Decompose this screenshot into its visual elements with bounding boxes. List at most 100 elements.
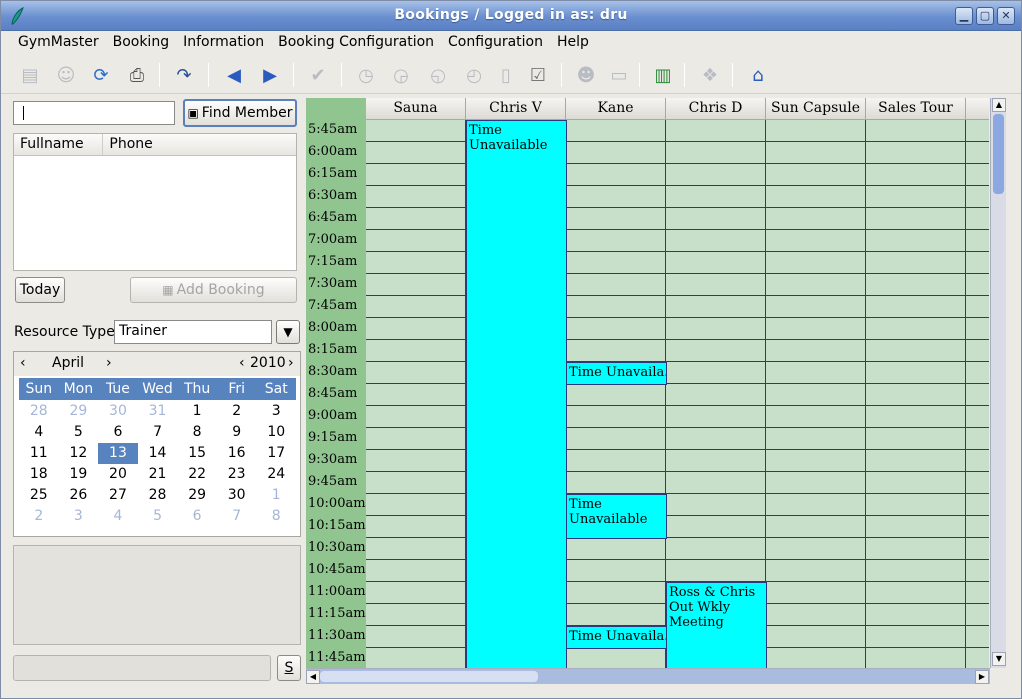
schedule-slot[interactable] (666, 362, 766, 384)
schedule-slot[interactable] (566, 252, 666, 274)
schedule-slot[interactable] (366, 538, 466, 560)
schedule-slot[interactable] (866, 582, 966, 604)
schedule-slot[interactable] (866, 560, 966, 582)
calendar-day[interactable]: 16 (217, 443, 257, 464)
resource-header[interactable]: Kane (566, 98, 666, 120)
calendar-day[interactable]: 2 (19, 506, 59, 527)
schedule-slot[interactable] (666, 318, 766, 340)
schedule-slot[interactable] (866, 274, 966, 296)
schedule-slot[interactable] (366, 252, 466, 274)
schedule-slot[interactable] (866, 384, 966, 406)
schedule-slot[interactable] (866, 340, 966, 362)
calendar-day[interactable]: 24 (256, 464, 296, 485)
schedule-slot[interactable] (366, 406, 466, 428)
schedule-slot[interactable] (566, 582, 666, 604)
calendar-day[interactable]: 5 (59, 422, 99, 443)
schedule-slot[interactable] (966, 538, 989, 560)
calendar-day[interactable]: 28 (138, 485, 178, 506)
calendar-day[interactable]: 15 (177, 443, 217, 464)
calendar-day[interactable]: 6 (177, 506, 217, 527)
schedule-slot[interactable] (566, 538, 666, 560)
schedule-slot[interactable] (566, 318, 666, 340)
schedule-slot[interactable] (766, 252, 866, 274)
schedule-slot[interactable] (766, 142, 866, 164)
schedule-slot[interactable] (866, 450, 966, 472)
schedule-grid[interactable]: Sauna Chris V Kane Chris D Sun Capsule Sales … (306, 98, 989, 668)
title-bar[interactable]: Bookings / Logged in as: dru ▁ ▢ ✕ (1, 1, 1021, 31)
schedule-slot[interactable] (566, 164, 666, 186)
schedule-slot[interactable] (366, 384, 466, 406)
schedule-slot[interactable] (966, 318, 989, 340)
schedule-slot[interactable] (966, 560, 989, 582)
schedule-slot[interactable] (766, 362, 866, 384)
column-phone[interactable]: Phone (103, 134, 296, 155)
schedule-slot[interactable] (966, 516, 989, 538)
calendar-day[interactable]: 29 (59, 401, 99, 422)
calendar-day[interactable]: 2 (217, 401, 257, 422)
schedule-slot[interactable] (866, 318, 966, 340)
calendar-day[interactable]: 4 (19, 422, 59, 443)
scroll-down-icon[interactable]: ▼ (992, 652, 1006, 666)
schedule-slot[interactable] (866, 208, 966, 230)
schedule-slot[interactable] (966, 406, 989, 428)
schedule-slot[interactable] (366, 274, 466, 296)
resource-type-select[interactable]: Trainer (114, 320, 272, 344)
calendar-day[interactable]: 4 (98, 506, 138, 527)
schedule-slot[interactable] (966, 450, 989, 472)
schedule-slot[interactable] (966, 230, 989, 252)
schedule-slot[interactable] (666, 450, 766, 472)
schedule-slot[interactable] (366, 516, 466, 538)
schedule-slot[interactable] (566, 384, 666, 406)
calendar-day[interactable]: 23 (217, 464, 257, 485)
refresh-icon[interactable]: ⟳ (90, 64, 112, 86)
transfer-icon[interactable]: ❖ (699, 64, 721, 86)
resource-header[interactable]: Sauna (366, 98, 466, 120)
schedule-slot[interactable] (766, 494, 866, 516)
schedule-slot[interactable] (566, 472, 666, 494)
schedule-slot[interactable] (366, 428, 466, 450)
vertical-scroll-thumb[interactable] (993, 114, 1004, 194)
schedule-slot[interactable] (666, 164, 766, 186)
calendar-day[interactable]: 26 (59, 485, 99, 506)
schedule-slot[interactable] (566, 230, 666, 252)
schedule-slot[interactable] (566, 604, 666, 626)
schedule-slot[interactable] (766, 450, 866, 472)
resource-header[interactable]: Sales Tour (866, 98, 966, 120)
schedule-slot[interactable] (666, 560, 766, 582)
schedule-slot[interactable] (766, 472, 866, 494)
checkmark-icon[interactable]: ✔ (307, 64, 329, 86)
schedule-slot[interactable] (766, 428, 866, 450)
small-card-icon[interactable]: ▯ (495, 64, 517, 86)
schedule-slot[interactable] (366, 318, 466, 340)
schedule-slot[interactable] (366, 164, 466, 186)
menu-booking[interactable]: Booking (106, 31, 177, 55)
schedule-slot[interactable] (866, 186, 966, 208)
schedule-slot[interactable] (866, 494, 966, 516)
report-chart-icon[interactable]: ▥ (652, 64, 674, 86)
schedule-slot[interactable] (766, 516, 866, 538)
schedule-slot[interactable] (666, 538, 766, 560)
schedule-slot[interactable] (866, 230, 966, 252)
calendar-day[interactable]: 14 (138, 443, 178, 464)
schedule-slot[interactable] (766, 384, 866, 406)
schedule-slot[interactable] (366, 208, 466, 230)
person-icon[interactable]: ☺ (55, 64, 77, 86)
calendar-day[interactable]: 6 (98, 422, 138, 443)
scroll-right-icon[interactable]: ▶ (975, 670, 989, 684)
schedule-slot[interactable] (966, 340, 989, 362)
schedule-slot[interactable] (666, 428, 766, 450)
schedule-slot[interactable] (566, 450, 666, 472)
schedule-slot[interactable] (966, 582, 989, 604)
schedule-slot[interactable] (666, 384, 766, 406)
schedule-slot[interactable] (966, 626, 989, 648)
card-icon[interactable]: ▤ (19, 64, 41, 86)
schedule-slot[interactable] (666, 296, 766, 318)
schedule-slot[interactable] (966, 164, 989, 186)
calendar-day[interactable]: 20 (98, 464, 138, 485)
card-reader-icon[interactable]: ▭ (608, 64, 630, 86)
schedule-slot[interactable] (966, 604, 989, 626)
back-arrow-icon[interactable]: ◀ (223, 64, 245, 86)
schedule-slot[interactable] (566, 428, 666, 450)
schedule-slot[interactable] (666, 406, 766, 428)
schedule-slot[interactable] (666, 186, 766, 208)
